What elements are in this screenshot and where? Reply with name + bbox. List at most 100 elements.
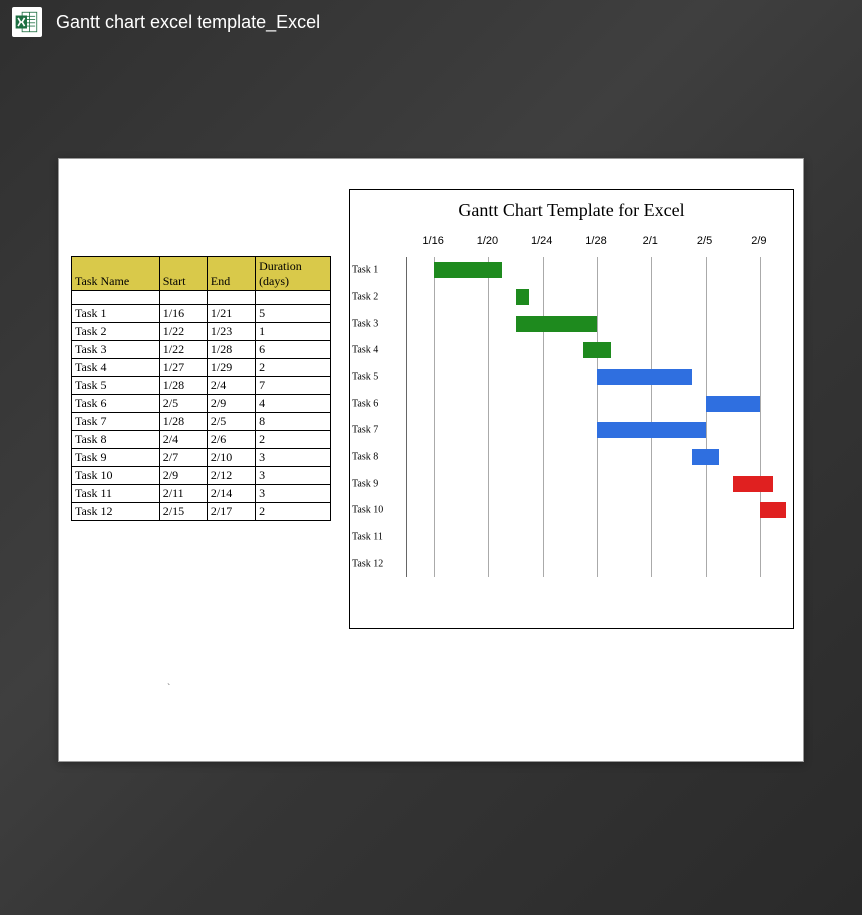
cell-duration: 3 bbox=[256, 467, 331, 485]
x-tick-label: 2/1 bbox=[643, 235, 658, 247]
cell-end: 2/14 bbox=[207, 485, 255, 503]
cell-name: Task 2 bbox=[72, 323, 160, 341]
y-tick-label: Task 12 bbox=[352, 558, 383, 569]
x-tick-label: 1/28 bbox=[585, 235, 606, 247]
y-tick-label: Task 7 bbox=[352, 425, 378, 436]
cell-name: Task 4 bbox=[72, 359, 160, 377]
cell-name: Task 5 bbox=[72, 377, 160, 395]
cell-start: 2/7 bbox=[159, 449, 207, 467]
cell-start: 2/4 bbox=[159, 431, 207, 449]
table-row: Task 31/221/286 bbox=[72, 341, 331, 359]
cell-duration: 2 bbox=[256, 503, 331, 521]
gridline bbox=[760, 257, 761, 577]
cell-start: 1/28 bbox=[159, 413, 207, 431]
y-tick-label: Task 6 bbox=[352, 398, 378, 409]
gridline bbox=[543, 257, 544, 577]
cell-name: Task 12 bbox=[72, 503, 160, 521]
cell-duration: 1 bbox=[256, 323, 331, 341]
cell-name: Task 7 bbox=[72, 413, 160, 431]
cell-duration: 6 bbox=[256, 341, 331, 359]
cell-end: 1/28 bbox=[207, 341, 255, 359]
cell-duration: 4 bbox=[256, 395, 331, 413]
x-tick-label: 1/20 bbox=[477, 235, 498, 247]
table-row: Task 122/152/172 bbox=[72, 503, 331, 521]
table-row: Task 41/271/292 bbox=[72, 359, 331, 377]
cell-name: Task 10 bbox=[72, 467, 160, 485]
cell-start: 1/27 bbox=[159, 359, 207, 377]
gridline bbox=[597, 257, 598, 577]
cell-start: 1/22 bbox=[159, 341, 207, 359]
cell-end: 2/9 bbox=[207, 395, 255, 413]
task-table: Task Name Start End Duration (days) Task… bbox=[71, 256, 331, 521]
th-task-name: Task Name bbox=[72, 257, 160, 291]
cell-duration: 2 bbox=[256, 359, 331, 377]
excel-logo-svg bbox=[14, 9, 40, 35]
gantt-bar bbox=[434, 262, 502, 278]
cell-end: 2/6 bbox=[207, 431, 255, 449]
cell-end: 2/10 bbox=[207, 449, 255, 467]
gridline bbox=[706, 257, 707, 577]
cell-name: Task 8 bbox=[72, 431, 160, 449]
table-row: Task 102/92/123 bbox=[72, 467, 331, 485]
cell-duration: 3 bbox=[256, 485, 331, 503]
gantt-chart: Gantt Chart Template for Excel 1/16 1/20 1… bbox=[349, 189, 794, 629]
plot-area bbox=[406, 257, 786, 577]
x-tick-label: 1/16 bbox=[422, 235, 443, 247]
stray-mark: ` bbox=[167, 683, 170, 694]
cell-end: 2/5 bbox=[207, 413, 255, 431]
table-row: Task 62/52/94 bbox=[72, 395, 331, 413]
cell-start: 1/22 bbox=[159, 323, 207, 341]
y-tick-label: Task 10 bbox=[352, 505, 383, 516]
gantt-bar bbox=[516, 289, 530, 305]
gantt-bar bbox=[516, 316, 597, 332]
cell-name: Task 3 bbox=[72, 341, 160, 359]
gantt-bar bbox=[597, 369, 692, 385]
gantt-bar bbox=[706, 396, 760, 412]
cell-duration: 5 bbox=[256, 305, 331, 323]
gridline bbox=[434, 257, 435, 577]
x-tick-label: 2/5 bbox=[697, 235, 712, 247]
table-row: Task 82/42/62 bbox=[72, 431, 331, 449]
table-row: Task 51/282/47 bbox=[72, 377, 331, 395]
cell-end: 2/12 bbox=[207, 467, 255, 485]
window-titlebar: Gantt chart excel template_Excel bbox=[0, 0, 862, 44]
gantt-bar bbox=[583, 342, 610, 358]
cell-start: 1/16 bbox=[159, 305, 207, 323]
cell-name: Task 9 bbox=[72, 449, 160, 467]
th-end: End bbox=[207, 257, 255, 291]
page-title: Gantt chart excel template_Excel bbox=[56, 12, 320, 33]
gridline bbox=[488, 257, 489, 577]
cell-name: Task 6 bbox=[72, 395, 160, 413]
cell-start: 2/15 bbox=[159, 503, 207, 521]
y-tick-label: Task 2 bbox=[352, 292, 378, 303]
table-row: Task 21/221/231 bbox=[72, 323, 331, 341]
x-tick-label: 2/9 bbox=[751, 235, 766, 247]
cell-duration: 3 bbox=[256, 449, 331, 467]
cell-start: 1/28 bbox=[159, 377, 207, 395]
cell-name: Task 1 bbox=[72, 305, 160, 323]
cell-end: 1/29 bbox=[207, 359, 255, 377]
th-start: Start bbox=[159, 257, 207, 291]
y-tick-label: Task 8 bbox=[352, 452, 378, 463]
table-header-row: Task Name Start End Duration (days) bbox=[72, 257, 331, 291]
chart-title: Gantt Chart Template for Excel bbox=[350, 190, 793, 227]
cell-duration: 2 bbox=[256, 431, 331, 449]
cell-start: 2/5 bbox=[159, 395, 207, 413]
y-tick-label: Task 4 bbox=[352, 345, 378, 356]
y-tick-label: Task 9 bbox=[352, 478, 378, 489]
table-spacer-row bbox=[72, 291, 331, 305]
gantt-bar bbox=[760, 502, 786, 518]
y-tick-label: Task 11 bbox=[352, 532, 383, 543]
gantt-bar bbox=[733, 476, 774, 492]
gridline bbox=[651, 257, 652, 577]
document-canvas: Task Name Start End Duration (days) Task… bbox=[58, 158, 804, 762]
cell-start: 2/11 bbox=[159, 485, 207, 503]
cell-end: 2/4 bbox=[207, 377, 255, 395]
cell-end: 1/21 bbox=[207, 305, 255, 323]
y-tick-label: Task 5 bbox=[352, 372, 378, 383]
cell-name: Task 11 bbox=[72, 485, 160, 503]
excel-icon bbox=[12, 7, 42, 37]
chart-body: 1/161/201/241/282/12/52/9 Task 1Task 2Ta… bbox=[350, 227, 793, 602]
cell-end: 1/23 bbox=[207, 323, 255, 341]
table-row: Task 11/161/215 bbox=[72, 305, 331, 323]
